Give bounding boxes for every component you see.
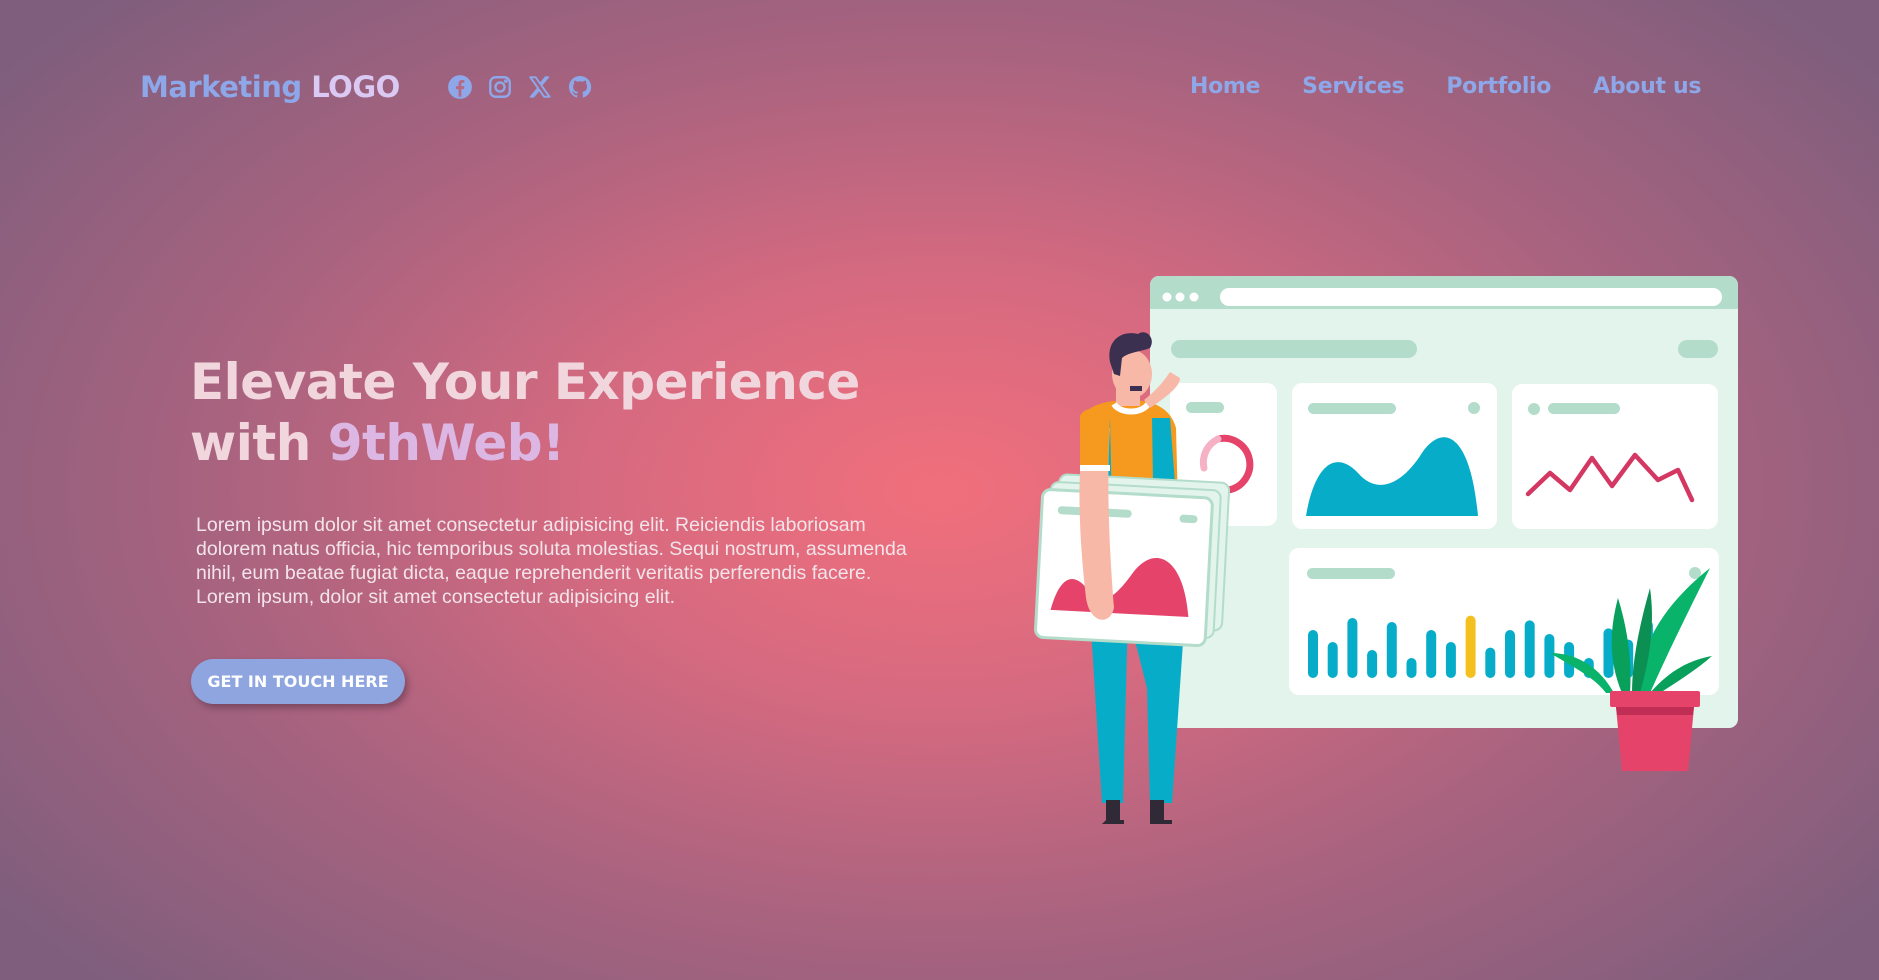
facebook-icon[interactable] bbox=[447, 74, 473, 100]
hero-title-line1: Elevate Your Experience bbox=[190, 353, 860, 411]
main-nav: Home Services Portfolio About us bbox=[1190, 74, 1702, 99]
illustration-bar bbox=[1347, 618, 1358, 678]
area-chart-card-graphic bbox=[1292, 383, 1497, 529]
github-icon[interactable] bbox=[567, 74, 593, 100]
line-chart-card-graphic bbox=[1512, 384, 1718, 529]
illustration-bar bbox=[1406, 658, 1417, 678]
get-in-touch-button[interactable]: GET IN TOUCH HERE bbox=[191, 659, 405, 704]
illustration-bar bbox=[1505, 630, 1515, 678]
hero-title-with: with bbox=[190, 414, 328, 472]
site-logo[interactable]: Marketing LOGO bbox=[140, 70, 400, 104]
illustration-bar bbox=[1386, 622, 1397, 678]
x-icon[interactable] bbox=[527, 74, 553, 100]
nav-services[interactable]: Services bbox=[1302, 74, 1404, 99]
illustration-bar bbox=[1367, 650, 1378, 678]
illustration-bar bbox=[1308, 630, 1318, 678]
illustration-bar bbox=[1426, 630, 1437, 678]
illustration-bar bbox=[1524, 620, 1535, 678]
illustration-bar bbox=[1445, 642, 1456, 678]
hero-title-highlight: 9thWeb! bbox=[327, 414, 565, 472]
nav-home[interactable]: Home bbox=[1190, 74, 1260, 99]
illustration-bar bbox=[1485, 647, 1496, 678]
nav-portfolio[interactable]: Portfolio bbox=[1446, 74, 1551, 99]
analytics-dashboard-illustration bbox=[1010, 268, 1750, 838]
social-links bbox=[447, 74, 593, 100]
illustration-bar bbox=[1327, 642, 1338, 678]
logo-secondary-text: LOGO bbox=[311, 70, 400, 104]
illustration-bar bbox=[1544, 634, 1555, 678]
illustration-bar bbox=[1465, 615, 1476, 678]
instagram-icon[interactable] bbox=[487, 74, 513, 100]
nav-about-us[interactable]: About us bbox=[1593, 74, 1701, 99]
hero-description: Lorem ipsum dolor sit amet consectetur a… bbox=[196, 514, 907, 608]
hero-title: Elevate Your Experience with 9thWeb! bbox=[190, 352, 860, 474]
logo-primary-text: Marketing bbox=[140, 70, 302, 104]
